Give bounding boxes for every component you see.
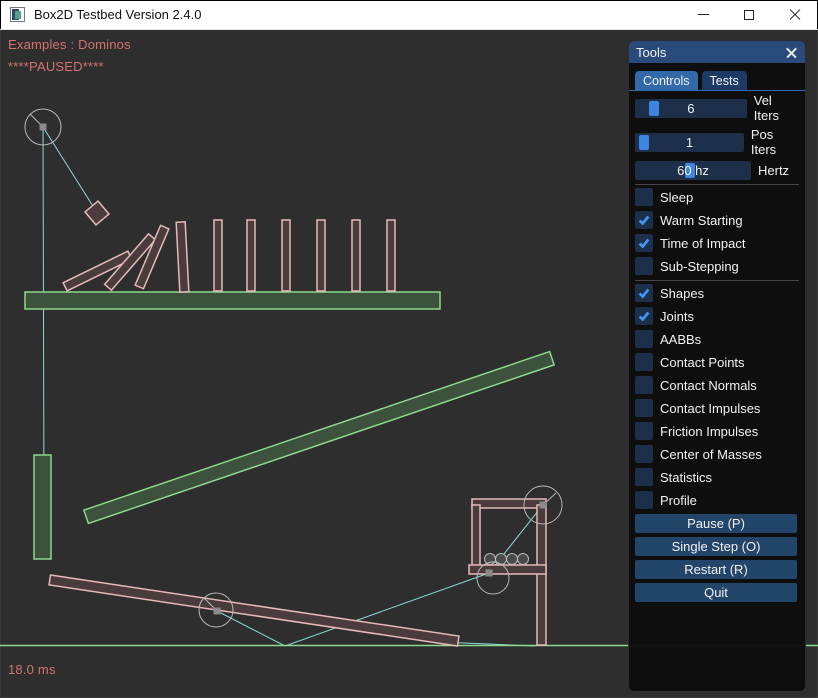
slider-row: 1 Pos Iters xyxy=(635,127,799,157)
cradle-balls[interactable] xyxy=(485,554,529,565)
separator xyxy=(635,184,799,185)
slider-row: 60 hz Hertz xyxy=(635,161,799,180)
solver-options: Sleep Warm Starting Time of Impact Sub-Step… xyxy=(635,188,799,275)
checkbox[interactable] xyxy=(635,284,653,302)
window-titlebar: Box2D Testbed Version 2.4.0 xyxy=(0,0,818,30)
tools-close-icon[interactable] xyxy=(785,46,798,59)
check-icon xyxy=(637,286,651,300)
app-icon xyxy=(10,7,25,22)
single-step-o-button[interactable]: Single Step (O) xyxy=(635,537,797,556)
checkbox-row-shapes[interactable]: Shapes xyxy=(635,284,799,302)
checkbox[interactable] xyxy=(635,468,653,486)
draw-options: Shapes Joints AABBs Contact Points Contact N… xyxy=(635,284,799,509)
fallen-dominos[interactable] xyxy=(63,222,189,292)
pendulum-block[interactable] xyxy=(85,201,109,225)
ramp-plank[interactable] xyxy=(84,352,554,524)
checkbox[interactable] xyxy=(635,188,653,206)
separator xyxy=(635,280,799,281)
minimize-icon xyxy=(698,14,709,15)
checkbox[interactable] xyxy=(635,376,653,394)
vertical-green-body[interactable] xyxy=(34,455,51,559)
checkbox-label: Contact Normals xyxy=(660,378,757,393)
solver-sliders: 6 Vel Iters 1 Pos Iters60 hz Hertz xyxy=(635,93,799,180)
checkbox-row-sleep[interactable]: Sleep xyxy=(635,188,799,206)
hertz-slider[interactable]: 60 hz xyxy=(635,161,751,180)
checkbox-label: Sleep xyxy=(660,190,693,205)
tab-tests[interactable]: Tests xyxy=(702,71,747,90)
slider-value: 1 xyxy=(635,133,744,152)
checkbox[interactable] xyxy=(635,445,653,463)
check-icon xyxy=(637,236,651,250)
checkbox-label: Time of Impact xyxy=(660,236,745,251)
slider-label: Vel Iters xyxy=(754,93,799,123)
domino-platform xyxy=(25,292,440,309)
pos-iters-slider[interactable]: 1 xyxy=(635,133,744,152)
window-title: Box2D Testbed Version 2.4.0 xyxy=(34,7,201,22)
slider-row: 6 Vel Iters xyxy=(635,93,799,123)
restart-r-button[interactable]: Restart (R) xyxy=(635,560,797,579)
checkbox-label: Profile xyxy=(660,493,697,508)
checkbox-label: Center of Masses xyxy=(660,447,762,462)
checkbox-label: Warm Starting xyxy=(660,213,743,228)
checkbox[interactable] xyxy=(635,353,653,371)
checkbox-label: Contact Points xyxy=(660,355,745,370)
tools-panel-title: Tools xyxy=(636,45,666,60)
paused-label: ****PAUSED**** xyxy=(8,59,104,74)
upright-dominos[interactable] xyxy=(214,220,395,291)
checkbox-row-aabbs[interactable]: AABBs xyxy=(635,330,799,348)
checkbox-row-time-of-impact[interactable]: Time of Impact xyxy=(635,234,799,252)
checkbox-label: Statistics xyxy=(660,470,712,485)
tab-bar: ControlsTests xyxy=(629,63,805,91)
example-label: Examples : Dominos xyxy=(8,37,131,52)
joint-indicators xyxy=(25,109,562,627)
minimize-button[interactable] xyxy=(680,0,726,29)
checkbox-label: Sub-Stepping xyxy=(660,259,739,274)
checkbox-row-warm-starting[interactable]: Warm Starting xyxy=(635,211,799,229)
action-buttons: Pause (P) Single Step (O) Restart (R) Quit xyxy=(635,514,799,602)
check-icon xyxy=(637,213,651,227)
check-icon xyxy=(637,309,651,323)
checkbox-label: Contact Impulses xyxy=(660,401,760,416)
close-button[interactable] xyxy=(772,0,818,29)
checkbox[interactable] xyxy=(635,234,653,252)
checkbox-label: Friction Impulses xyxy=(660,424,758,439)
slider-value: 6 xyxy=(635,99,747,118)
checkbox[interactable] xyxy=(635,211,653,229)
checkbox-label: Joints xyxy=(660,309,694,324)
maximize-button[interactable] xyxy=(726,0,772,29)
checkbox-row-contact-normals[interactable]: Contact Normals xyxy=(635,376,799,394)
checkbox-row-friction-impulses[interactable]: Friction Impulses xyxy=(635,422,799,440)
checkbox-label: Shapes xyxy=(660,286,704,301)
tab-controls[interactable]: Controls xyxy=(635,71,698,90)
checkbox[interactable] xyxy=(635,399,653,417)
checkbox[interactable] xyxy=(635,330,653,348)
tools-panel: Tools ControlsTests 6 Vel Iters 1 Pos Iters… xyxy=(628,40,806,692)
seesaw-plank[interactable] xyxy=(49,575,459,646)
slider-label: Hertz xyxy=(758,163,789,178)
checkbox[interactable] xyxy=(635,491,653,509)
vel-iters-slider[interactable]: 6 xyxy=(635,99,747,118)
checkbox[interactable] xyxy=(635,422,653,440)
checkbox-row-joints[interactable]: Joints xyxy=(635,307,799,325)
checkbox-row-center-of-masses[interactable]: Center of Masses xyxy=(635,445,799,463)
checkbox[interactable] xyxy=(635,307,653,325)
checkbox-row-statistics[interactable]: Statistics xyxy=(635,468,799,486)
checkbox-row-sub-stepping[interactable]: Sub-Stepping xyxy=(635,257,799,275)
slider-value: 60 hz xyxy=(635,161,751,180)
pause-p-button[interactable]: Pause (P) xyxy=(635,514,797,533)
checkbox-row-contact-points[interactable]: Contact Points xyxy=(635,353,799,371)
slider-label: Pos Iters xyxy=(751,127,799,157)
checkbox-row-profile[interactable]: Profile xyxy=(635,491,799,509)
checkbox[interactable] xyxy=(635,257,653,275)
frame-time-label: 18.0 ms xyxy=(8,662,56,677)
tools-panel-titlebar[interactable]: Tools xyxy=(629,41,805,63)
checkbox-label: AABBs xyxy=(660,332,701,347)
maximize-icon xyxy=(744,10,754,20)
quit-button[interactable]: Quit xyxy=(635,583,797,602)
close-icon xyxy=(789,9,801,21)
checkbox-row-contact-impulses[interactable]: Contact Impulses xyxy=(635,399,799,417)
